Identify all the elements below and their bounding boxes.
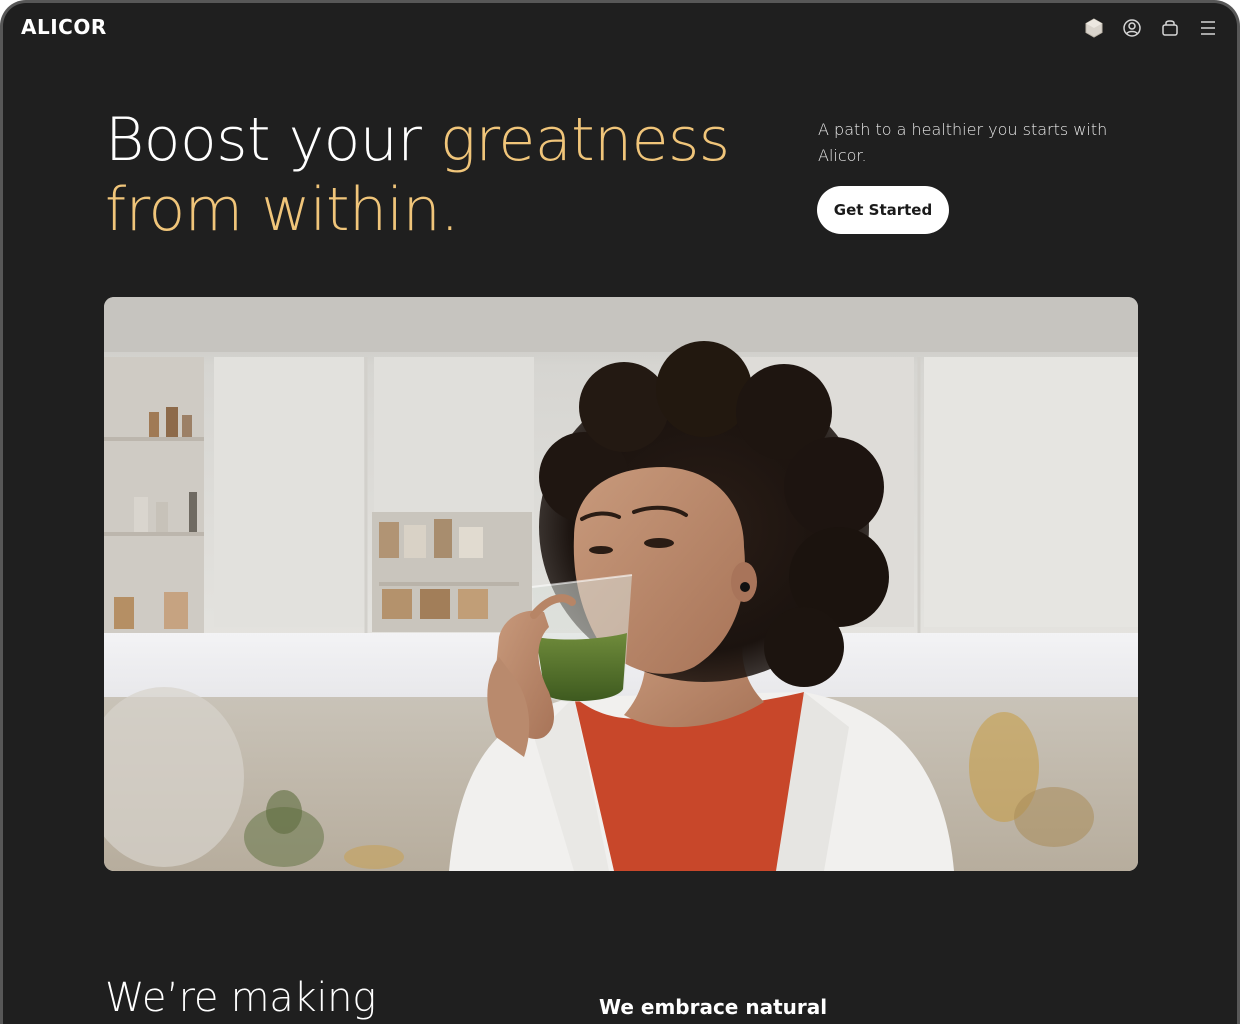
section-title: We’re making bbox=[105, 975, 376, 1021]
headline-accent-line2: from within. bbox=[105, 175, 459, 245]
user-icon[interactable] bbox=[1121, 17, 1143, 39]
app-window: ALICOR Boost your greatness from within.… bbox=[0, 0, 1240, 1024]
menu-icon[interactable] bbox=[1197, 17, 1219, 39]
hero-tagline: A path to a healthier you starts with Al… bbox=[818, 120, 1108, 165]
hero-image bbox=[104, 297, 1138, 871]
cart-icon[interactable] bbox=[1159, 17, 1181, 39]
get-started-button[interactable]: Get Started bbox=[817, 186, 949, 234]
headline-accent: greatness bbox=[440, 105, 730, 175]
logo[interactable]: ALICOR bbox=[21, 15, 107, 39]
headline-plain: Boost your bbox=[105, 105, 441, 175]
hexagon-icon[interactable] bbox=[1083, 17, 1105, 39]
section-subtitle: We embrace natural bbox=[599, 995, 828, 1019]
header-icons bbox=[1083, 17, 1219, 39]
hero-headline: Boost your greatness from within. bbox=[105, 105, 785, 245]
